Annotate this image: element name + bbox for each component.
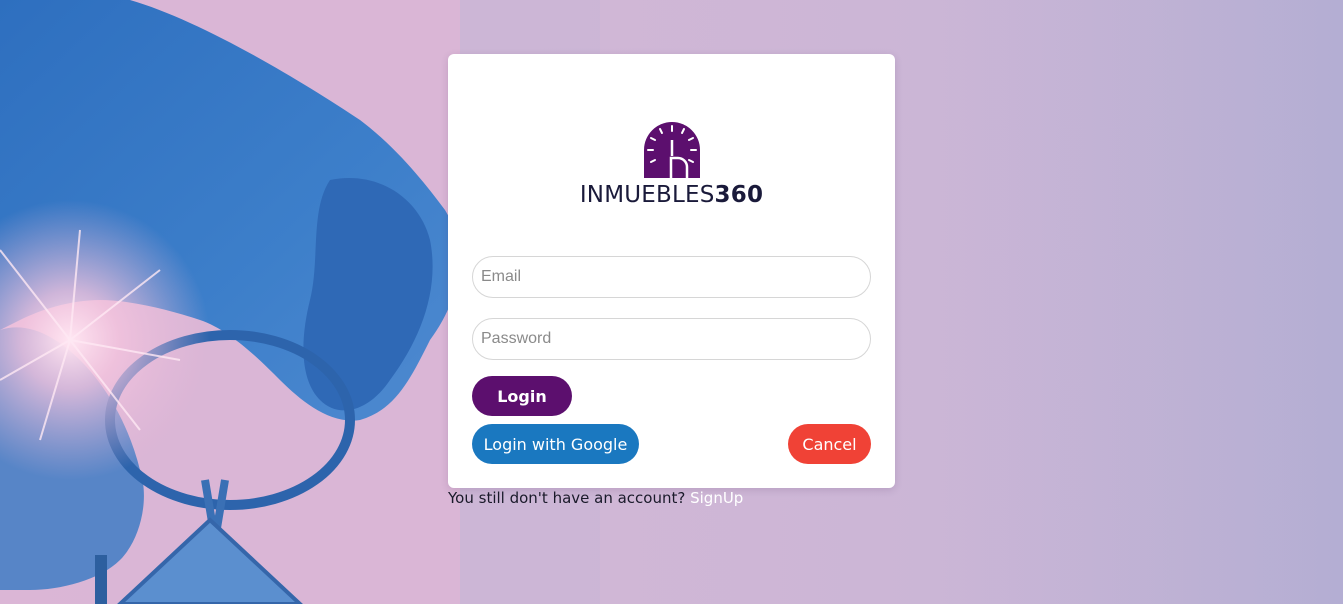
signup-link[interactable]: SignUp: [690, 489, 743, 507]
brand-name-part1: INMUEBLES: [579, 182, 715, 208]
brand-logo: INMUEBLES360: [448, 120, 895, 210]
signup-prompt-text: You still don't have an account?: [448, 489, 686, 507]
login-card: INMUEBLES360 Login Login with Google Can…: [448, 54, 895, 488]
brand-name: INMUEBLES360: [448, 180, 895, 210]
password-input[interactable]: [472, 318, 871, 360]
login-button[interactable]: Login: [472, 376, 572, 416]
login-with-google-button[interactable]: Login with Google: [472, 424, 639, 464]
email-input[interactable]: [472, 256, 871, 298]
login-page: INMUEBLES360 Login Login with Google Can…: [0, 0, 1343, 604]
house-speedometer-logo-icon: [643, 122, 700, 178]
brand-name-part2: 360: [714, 182, 764, 208]
signup-prompt: You still don't have an account? SignUp: [448, 489, 743, 507]
cancel-button[interactable]: Cancel: [788, 424, 871, 464]
